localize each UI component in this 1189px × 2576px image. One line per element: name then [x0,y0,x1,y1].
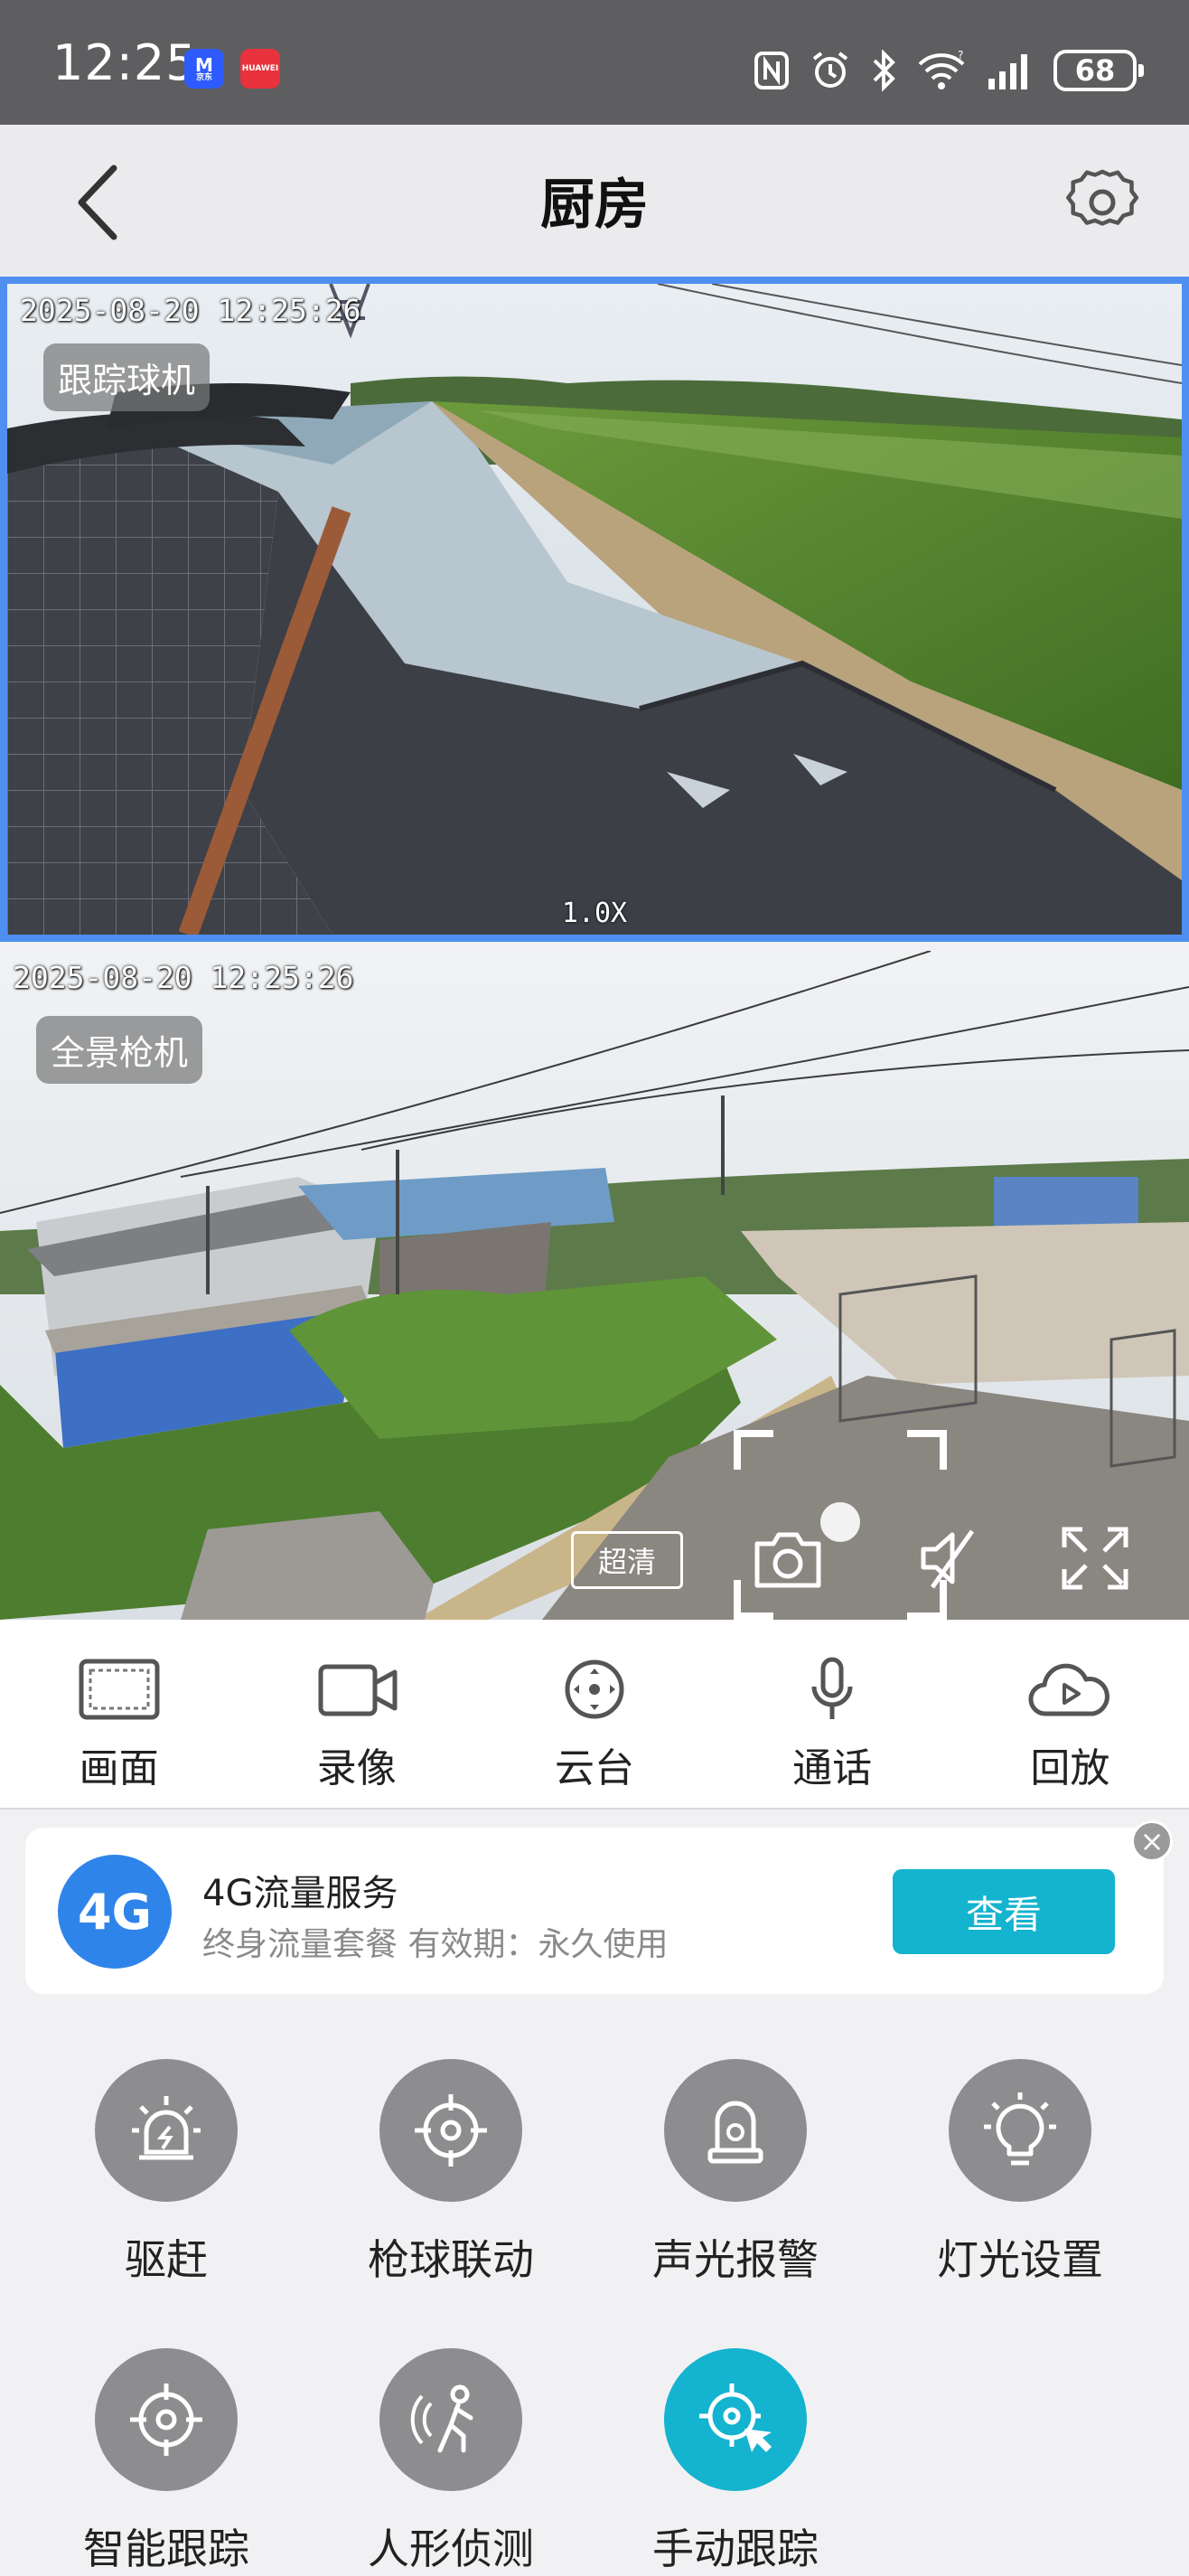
page-title: 厨房 [540,174,649,237]
video-camera-icon [318,1664,398,1716]
zoom-level: 1.0X [561,898,628,929]
status-time: 12:25 [52,34,198,91]
service-subtitle: 终身流量套餐 有效期：永久使用 [202,1926,669,1963]
camera-view-tracking[interactable]: 2025-08-20 12:25:26 跟踪球机 1.0X [0,277,1189,942]
target-icon [415,2094,487,2167]
huawei-app-icon: HUAWEI [240,49,280,89]
wifi-icon: ? [918,50,965,89]
person-detect-icon [410,2384,473,2453]
feature-expel[interactable]: 驱赶 [31,2059,302,2287]
nfc-icon [754,52,789,89]
feature-human-detection[interactable]: 人形侦测 [315,2348,586,2576]
cloud-play-icon [1028,1663,1110,1716]
bluetooth-icon [873,50,895,91]
tool-screen[interactable]: 画面 [29,1620,210,1808]
gear-icon[interactable] [1063,163,1142,242]
fullscreen-icon[interactable] [1059,1524,1131,1593]
mute-speaker-icon[interactable] [914,1524,987,1593]
svg-text:?: ? [958,50,963,61]
tool-label: 回放 [1030,1745,1110,1791]
status-bar: 12:25 M 京东 HUAWEI ? 68 [0,0,1189,125]
tool-ptz[interactable]: 云台 [504,1620,685,1808]
bulb-icon [984,2092,1056,2166]
tool-label: 通话 [792,1745,873,1791]
snapshot-camera-icon[interactable] [752,1524,824,1593]
4g-service-card[interactable]: 4G 4G流量服务 终身流量套餐 有效期：永久使用 查看 × [25,1820,1173,1994]
tool-label: 云台 [554,1745,634,1791]
tool-label: 录像 [316,1745,397,1791]
feature-label: 枪球联动 [368,2235,534,2284]
signal-icon [988,54,1027,89]
microphone-icon [811,1657,853,1719]
title-bar: 厨房 [0,125,1189,277]
feature-smart-tracking[interactable]: 智能跟踪 [31,2348,302,2576]
battery-indicator: 68 [1053,50,1144,91]
jd-app-icon: M 京东 [184,49,224,89]
alarm-light-icon [132,2096,201,2160]
feature-label: 手动跟踪 [652,2524,819,2573]
ptz-icon [565,1659,624,1719]
feature-manual-tracking[interactable]: 手动跟踪 [600,2348,871,2576]
control-toolbar: 画面 录像 云台 通话 回放 [0,1620,1189,1810]
feature-light-settings[interactable]: 灯光设置 [885,2059,1156,2287]
close-icon[interactable]: × [1131,1820,1173,1862]
feature-label: 人形侦测 [368,2524,534,2573]
tool-record[interactable]: 录像 [267,1620,447,1808]
tool-playback[interactable]: 回放 [979,1620,1160,1808]
camera-timestamp: 2025-08-20 12:25:26 [13,960,354,995]
feature-label: 声光报警 [652,2235,819,2284]
service-title: 4G流量服务 [202,1873,398,1914]
manual-track-icon [699,2383,772,2452]
camera-view-panorama[interactable]: 2025-08-20 12:25:26 全景枪机 超清 [0,951,1189,1620]
siren-icon [707,2101,763,2164]
alarm-icon [812,52,848,88]
tool-talk[interactable]: 通话 [742,1620,922,1808]
target-icon [130,2383,202,2456]
view-button[interactable]: 查看 [893,1869,1115,1954]
quality-toggle[interactable]: 超清 [571,1531,683,1589]
feature-linkage[interactable]: 枪球联动 [315,2059,586,2287]
feature-label: 灯光设置 [937,2235,1103,2284]
screen-icon [79,1659,160,1720]
camera-label-panorama: 全景枪机 [36,1016,203,1084]
camera-label-tracking: 跟踪球机 [43,343,211,411]
tool-label: 画面 [79,1745,159,1791]
feature-label: 智能跟踪 [83,2524,249,2573]
feature-sound-light-alarm[interactable]: 声光报警 [600,2059,871,2287]
camera-timestamp: 2025-08-20 12:25:26 [20,293,361,328]
feature-label: 驱赶 [125,2235,208,2284]
4g-logo-icon: 4G [58,1855,172,1969]
